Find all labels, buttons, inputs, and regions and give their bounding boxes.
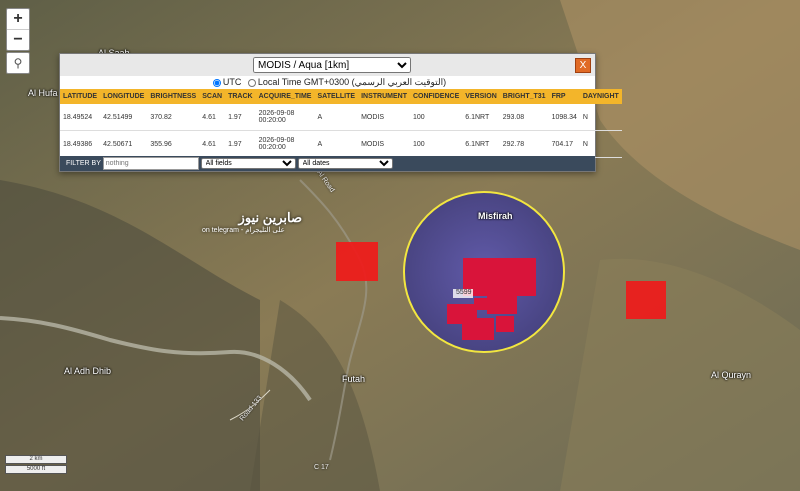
watermark-title: صابرين نيوز xyxy=(238,210,302,225)
place-label: Futah xyxy=(342,374,366,384)
location-pin-icon[interactable]: ⚲ xyxy=(6,52,30,74)
panel-header: MODIS / Aqua [1km] X xyxy=(60,54,595,76)
scale-ft: 5000 ft xyxy=(5,465,67,474)
table-cell: MODIS xyxy=(358,104,410,131)
utc-label: UTC xyxy=(222,77,242,87)
local-time-radio[interactable] xyxy=(247,78,256,87)
fire-info-panel: MODIS / Aqua [1km] X UTC Local Time GMT+… xyxy=(59,53,622,172)
scale-km: 2 km xyxy=(5,455,67,464)
table-cell: 42.50671 xyxy=(100,130,148,158)
column-header[interactable]: SATELLITE xyxy=(314,89,359,104)
table-cell: N xyxy=(579,130,622,158)
sensor-select[interactable]: MODIS / Aqua [1km] xyxy=(253,57,411,73)
dates-select[interactable]: All dates xyxy=(297,158,393,169)
table-cell: A xyxy=(314,130,359,158)
table-cell: 18.49524 xyxy=(60,104,101,131)
table-cell: 2026-09-08 00:20:00 xyxy=(255,130,315,158)
fire-marker[interactable] xyxy=(336,242,378,281)
column-header[interactable]: LATITUDE xyxy=(60,89,101,104)
table-cell: 6.1NRT xyxy=(462,104,500,131)
column-header[interactable]: VERSION xyxy=(462,89,500,104)
table-cell: 704.17 xyxy=(548,130,580,158)
place-label: Misfirah xyxy=(478,211,513,221)
table-cell: 100 xyxy=(409,104,463,131)
table-cell: 292.78 xyxy=(499,130,549,158)
table-cell: 4.61 xyxy=(199,130,226,158)
time-toggle: UTC Local Time GMT+0300 (التوقيت العربي … xyxy=(60,76,595,89)
road-label: C 17 xyxy=(314,464,329,471)
scale-bar: 2 km 5000 ft xyxy=(5,455,67,475)
place-label: Al Adh Dhib xyxy=(64,366,112,376)
table-cell: 1098.34 xyxy=(548,104,580,131)
column-header[interactable]: SCAN xyxy=(199,89,226,104)
column-header[interactable]: CONFIDENCE xyxy=(409,89,463,104)
place-label: Al Qurayn xyxy=(711,370,752,380)
column-header[interactable]: ACQUIRE_TIME xyxy=(255,89,315,104)
table-cell: 293.08 xyxy=(499,104,549,131)
fire-table: LATITUDE LONGITUDE BRIGHTNESS SCAN TRACK ACQU… xyxy=(60,89,622,158)
zoom-out-button[interactable]: − xyxy=(7,30,29,50)
table-cell: MODIS xyxy=(358,130,410,158)
close-button[interactable]: X xyxy=(575,58,591,73)
column-header[interactable]: DAYNIGHT xyxy=(579,89,622,104)
local-time-label: Local Time GMT+0300 (التوقيت العربي الرس… xyxy=(257,77,447,87)
column-header[interactable]: TRACK xyxy=(225,89,256,104)
table-row[interactable]: 18.49386 42.50671 355.96 4.61 1.97 2026-09-08… xyxy=(60,130,622,158)
column-header[interactable]: LONGITUDE xyxy=(100,89,148,104)
fields-select[interactable]: All fields xyxy=(200,158,296,169)
watermark-subtitle: on telegram - على التليجرام xyxy=(202,227,285,234)
column-header[interactable]: BRIGHT_T31 xyxy=(499,89,549,104)
table-cell: 1.97 xyxy=(225,130,256,158)
column-header[interactable]: FRP xyxy=(548,89,580,104)
table-cell: 370.82 xyxy=(147,104,200,131)
watermark: صابرين نيوز on telegram - على التليجرام xyxy=(202,210,302,234)
filter-input[interactable] xyxy=(102,157,199,170)
column-header[interactable]: BRIGHTNESS xyxy=(147,89,200,104)
table-cell: N xyxy=(579,104,622,131)
column-header[interactable]: INSTRUMENT xyxy=(358,89,410,104)
place-label: Al Hufa xyxy=(28,88,58,98)
table-cell: 1.97 xyxy=(225,104,256,131)
utc-radio[interactable] xyxy=(212,78,221,87)
table-cell: 2026-09-08 00:20:00 xyxy=(255,104,315,131)
table-cell: 100 xyxy=(409,130,463,158)
filter-bar: FILTER BY All fields All dates xyxy=(60,156,595,171)
table-cell: 6.1NRT xyxy=(462,130,500,158)
table-row[interactable]: 18.49524 42.51499 370.82 4.61 1.97 2026-09-08… xyxy=(60,104,622,131)
zoom-control: + − xyxy=(6,8,30,51)
table-cell: A xyxy=(314,104,359,131)
table-cell: 4.61 xyxy=(199,104,226,131)
table-cell: 355.96 xyxy=(147,130,200,158)
table-cell: 18.49386 xyxy=(60,130,101,158)
fire-marker[interactable] xyxy=(626,281,666,319)
zoom-in-button[interactable]: + xyxy=(7,9,29,30)
filter-label: FILTER BY xyxy=(66,160,101,167)
table-cell: 42.51499 xyxy=(100,104,148,131)
point-label-text: 5599 xyxy=(456,289,472,296)
